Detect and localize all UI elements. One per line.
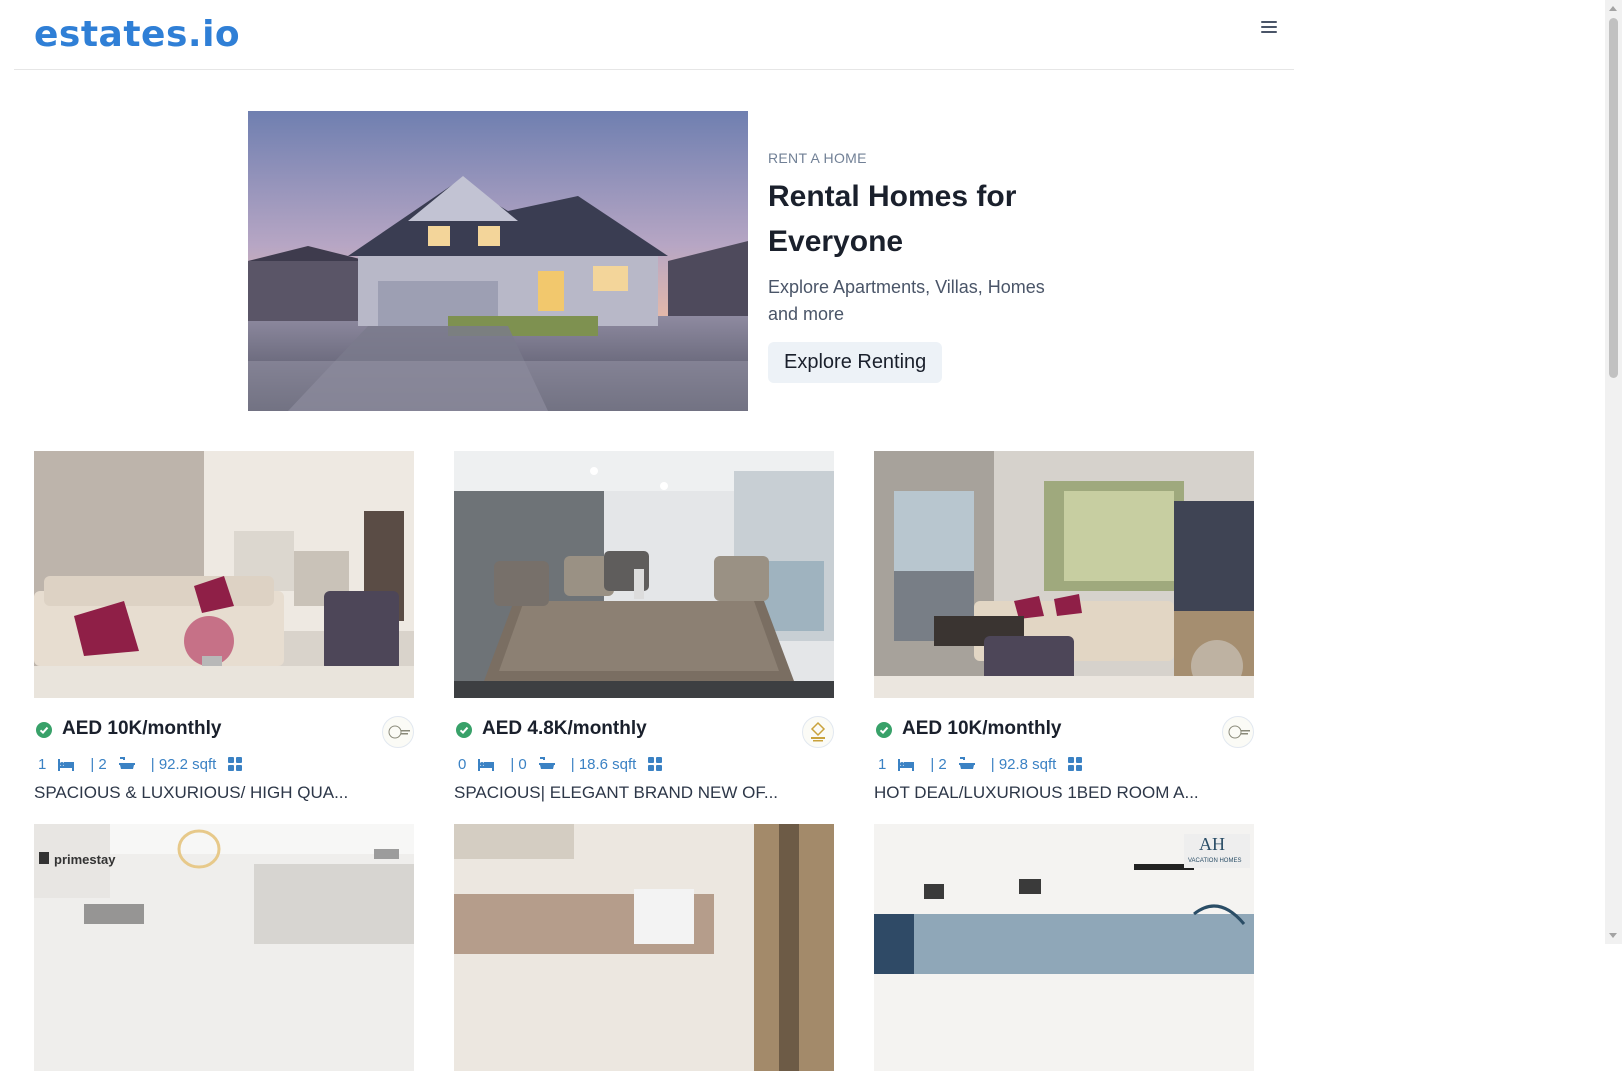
- agency-logo-icon[interactable]: [802, 716, 834, 748]
- listing-photo[interactable]: [34, 451, 414, 698]
- listing-photo[interactable]: AH VACATION HOMES: [874, 824, 1254, 1071]
- verified-check-icon: [876, 722, 892, 738]
- verified-check-icon: [36, 722, 52, 738]
- verified-check-icon: [456, 722, 472, 738]
- bath-icon: [958, 757, 975, 771]
- hero-eyebrow: RENT A HOME: [768, 150, 867, 166]
- listing-photo[interactable]: [454, 451, 834, 698]
- bedroom-count: 0: [458, 756, 467, 773]
- listing-price: AED 10K/monthly: [62, 718, 222, 739]
- listing-photo[interactable]: primestay: [34, 824, 414, 1071]
- listing-specs: 0 | 0 | 18.6 sqft: [458, 756, 678, 773]
- bath-icon: [118, 757, 135, 771]
- hero-title: Rental Homes for Everyone: [768, 180, 1017, 258]
- listing-specs: 1 | 2 | 92.8 sqft: [878, 756, 1098, 773]
- bed-icon: [898, 759, 915, 771]
- listing-card[interactable]: AED 10K/monthly 1 | 2 | 92.2 sqft SPACIOUS…: [34, 451, 414, 818]
- area-size: | 18.6 sqft: [570, 756, 637, 773]
- scrollbar-thumb[interactable]: [1609, 18, 1618, 378]
- bathroom-count: | 0: [510, 756, 527, 773]
- listing-specs: 1 | 2 | 92.2 sqft: [38, 756, 258, 773]
- bathroom-count: | 2: [90, 756, 107, 773]
- listing-price: AED 10K/monthly: [902, 718, 1062, 739]
- bath-icon: [538, 757, 555, 771]
- listing-card[interactable]: primestay: [34, 824, 414, 1071]
- hero-house-image: [248, 111, 748, 411]
- scroll-up-arrow-icon[interactable]: [1609, 6, 1617, 11]
- bed-icon: [478, 759, 495, 771]
- hero-subtitle: Explore Apartments, Villas, Homes and mo…: [768, 277, 1045, 324]
- listing-title[interactable]: SPACIOUS| ELEGANT BRAND NEW OF...: [454, 783, 778, 803]
- area-grid-icon: [228, 757, 243, 771]
- bedroom-count: 1: [38, 756, 47, 773]
- listing-title[interactable]: SPACIOUS & LUXURIOUS/ HIGH QUA...: [34, 783, 348, 803]
- area-grid-icon: [1068, 757, 1083, 771]
- bed-icon: [58, 759, 75, 771]
- bedroom-count: 1: [878, 756, 887, 773]
- page-scrollbar[interactable]: [1605, 0, 1622, 944]
- site-logo[interactable]: estates.io: [34, 14, 240, 55]
- listing-card[interactable]: AH VACATION HOMES: [874, 824, 1254, 1071]
- vacation-homes-logo-sub: VACATION HOMES: [1188, 858, 1241, 864]
- listing-price: AED 4.8K/monthly: [482, 718, 647, 739]
- primestay-watermark: primestay: [54, 852, 116, 867]
- bathroom-count: | 2: [930, 756, 947, 773]
- explore-renting-button[interactable]: Explore Renting: [768, 342, 943, 383]
- agency-logo-icon[interactable]: [1222, 716, 1254, 748]
- hamburger-menu-icon[interactable]: [1258, 18, 1280, 38]
- top-navbar: estates.io: [14, 0, 1294, 70]
- listing-photo[interactable]: [454, 824, 834, 1071]
- scroll-down-arrow-icon[interactable]: [1609, 933, 1617, 938]
- listing-title[interactable]: HOT DEAL/LUXURIOUS 1BED ROOM A...: [874, 783, 1199, 803]
- listing-photo[interactable]: [874, 451, 1254, 698]
- hero-text-block: RENT A HOME Rental Homes for Everyone Ex…: [768, 150, 1068, 383]
- listing-card[interactable]: [454, 824, 834, 1071]
- area-grid-icon: [648, 757, 663, 771]
- area-size: | 92.2 sqft: [150, 756, 217, 773]
- area-size: | 92.8 sqft: [990, 756, 1057, 773]
- listing-card[interactable]: AED 4.8K/monthly 0 | 0 | 18.6 sqft SPACIOU…: [454, 451, 834, 818]
- listing-card[interactable]: AED 10K/monthly 1 | 2 | 92.8 sqft HOT DEAL…: [874, 451, 1254, 818]
- agency-logo-icon[interactable]: [382, 716, 414, 748]
- vacation-homes-logo: AH: [1199, 834, 1225, 854]
